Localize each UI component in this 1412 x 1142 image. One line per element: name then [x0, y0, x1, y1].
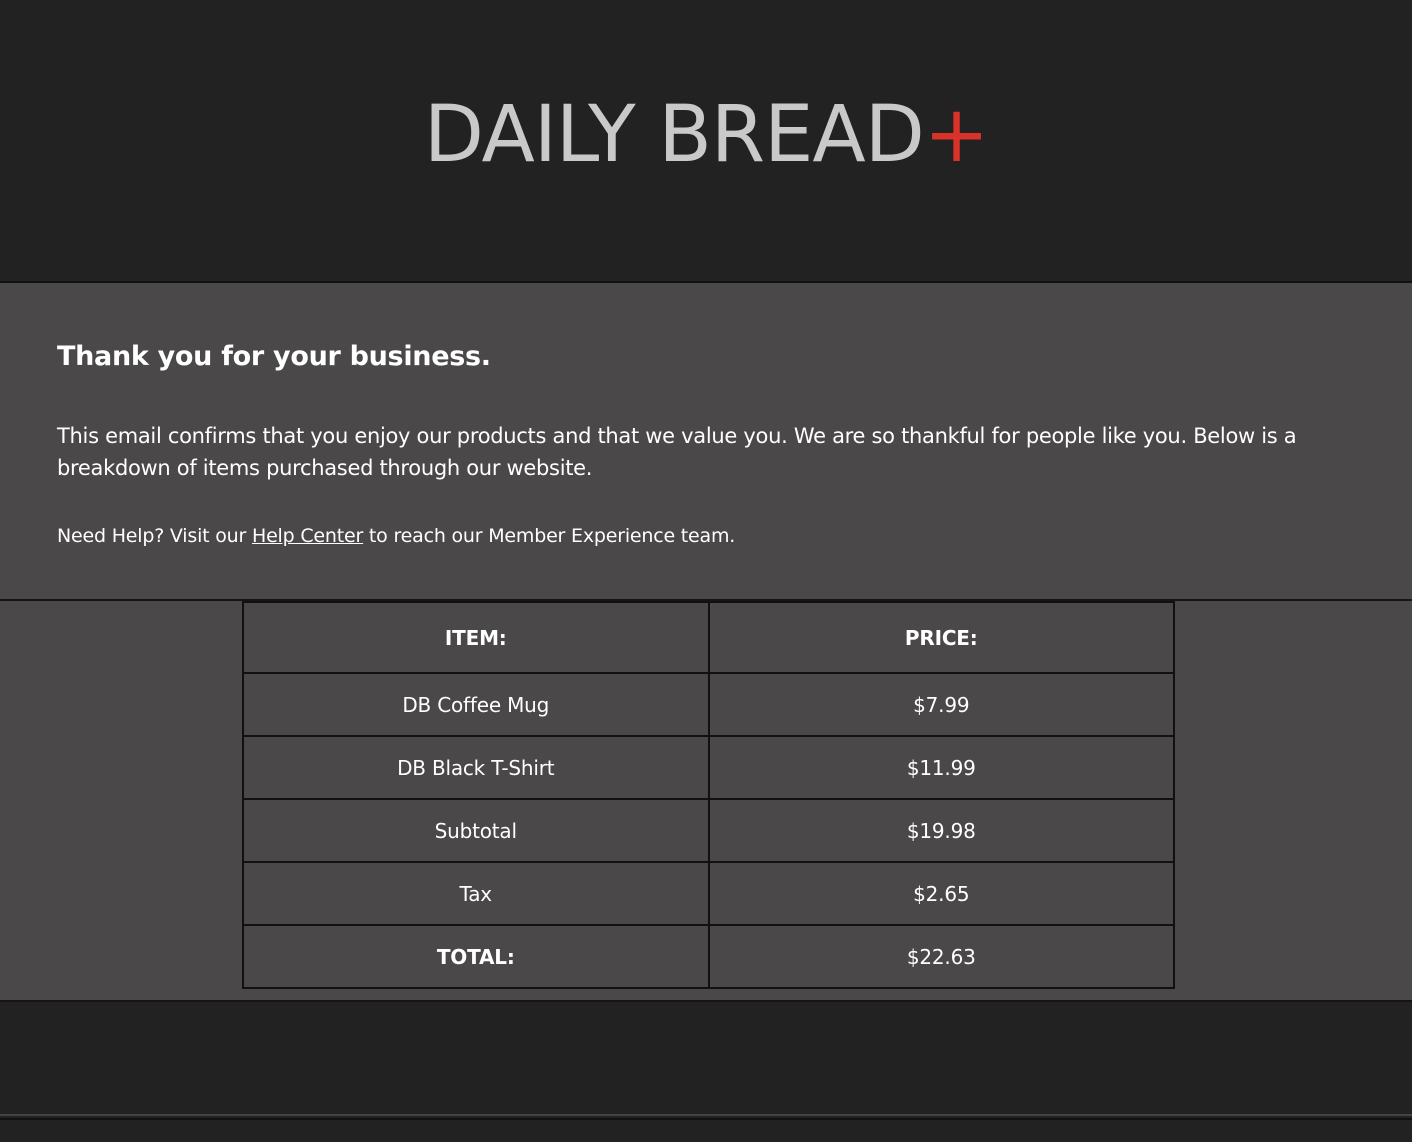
help-prefix: Need Help? Visit our: [57, 525, 252, 547]
receipt-header-row: ITEM: PRICE:: [242, 601, 1175, 674]
help-suffix: to reach our Member Experience team.: [363, 525, 736, 547]
receipt-table: ITEM: PRICE: DB Coffee Mug $7.99 DB Blac…: [242, 601, 1175, 989]
total-row: TOTAL: $22.63: [242, 924, 1175, 989]
item-cell: DB Black T-Shirt: [242, 735, 710, 800]
subtotal-value: $19.98: [707, 798, 1175, 863]
footer-bottom-bar: [0, 1118, 1412, 1142]
table-row: DB Black T-Shirt $11.99: [242, 735, 1175, 800]
email-page: DAILY BREAD+ Thank you for your business…: [0, 0, 1412, 1142]
price-cell: $7.99: [707, 672, 1175, 737]
email-footer: [0, 1002, 1412, 1116]
help-center-link[interactable]: Help Center: [252, 525, 363, 547]
item-cell: DB Coffee Mug: [242, 672, 710, 737]
tax-value: $2.65: [707, 861, 1175, 926]
total-value: $22.63: [707, 924, 1175, 989]
tax-label: Tax: [242, 861, 710, 926]
brand-logo: DAILY BREAD+: [0, 90, 1412, 180]
intro-paragraph: This email confirms that you enjoy our p…: [57, 424, 1297, 480]
brand-name: DAILY BREAD: [423, 90, 925, 180]
tax-row: Tax $2.65: [242, 861, 1175, 926]
message-section: Thank you for your business. This email …: [0, 283, 1412, 601]
item-column-header: ITEM:: [242, 601, 710, 674]
price-column-header: PRICE:: [707, 601, 1175, 674]
subtotal-row: Subtotal $19.98: [242, 798, 1175, 863]
total-label: TOTAL:: [242, 924, 710, 989]
thank-you-heading: Thank you for your business.: [57, 341, 491, 372]
table-row: DB Coffee Mug $7.99: [242, 672, 1175, 737]
receipt-section: ITEM: PRICE: DB Coffee Mug $7.99 DB Blac…: [0, 601, 1412, 1002]
price-cell: $11.99: [707, 735, 1175, 800]
brand-plus-mark: +: [923, 90, 989, 180]
email-header: DAILY BREAD+: [0, 0, 1412, 283]
help-line: Need Help? Visit our Help Center to reac…: [57, 525, 735, 547]
subtotal-label: Subtotal: [242, 798, 710, 863]
